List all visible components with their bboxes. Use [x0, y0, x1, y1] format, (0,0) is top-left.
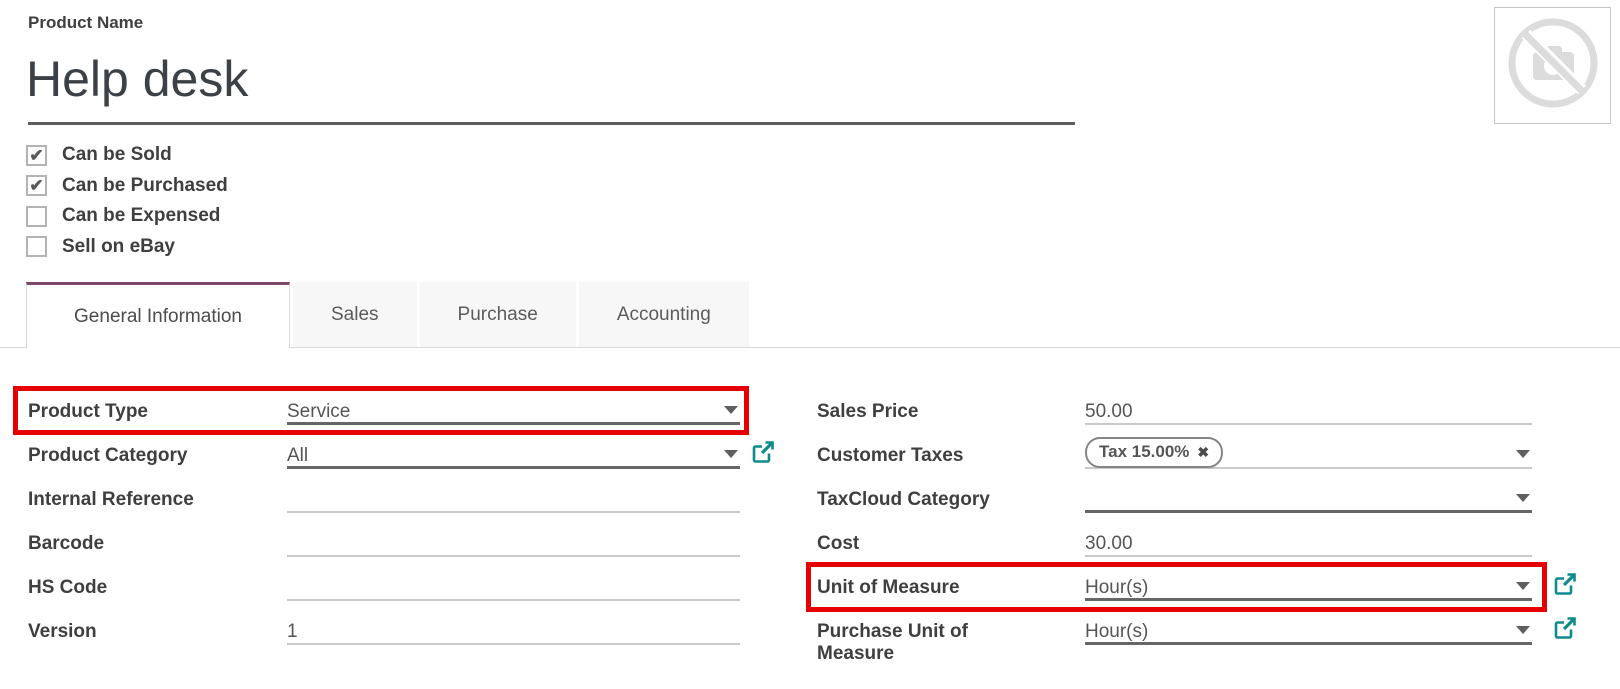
field-label: Product Type	[28, 389, 287, 423]
checkbox-can-be-sold[interactable]: ✔ Can be Sold	[26, 140, 228, 171]
product-flags-group: ✔ Can be Sold ✔ Can be Purchased ✔ Can b…	[26, 140, 228, 262]
field-value-text: 1	[287, 621, 298, 643]
checkbox-label: Can be Expensed	[62, 205, 220, 227]
field-value-text: Hour(s)	[1085, 621, 1148, 643]
field-row-unit-of-measure: Unit of Measure Hour(s)	[817, 565, 1532, 609]
product-name-value[interactable]: Help desk	[26, 50, 248, 108]
tab-accounting[interactable]: Accounting	[579, 282, 749, 347]
caret-down-icon[interactable]	[724, 450, 738, 458]
field-value[interactable]: 50.00	[1085, 389, 1532, 425]
field-row-sales-price: Sales Price 50.00	[817, 389, 1532, 433]
field-row-customer-taxes: Customer Taxes Tax 15.00% Tax 15.00% ✖	[817, 433, 1532, 477]
field-row-purchase-unit-of-measure: Purchase Unit of Measure Hour(s)	[817, 609, 1532, 665]
field-row-barcode: Barcode	[28, 521, 740, 565]
field-value-text: Hour(s)	[1085, 577, 1148, 599]
check-icon[interactable]: ✔	[26, 236, 47, 257]
field-value[interactable]: All	[287, 433, 740, 469]
field-value[interactable]: Hour(s)	[1085, 609, 1532, 645]
field-label: TaxCloud Category	[817, 477, 1085, 511]
product-name-label: Product Name	[28, 13, 143, 33]
field-value[interactable]	[1085, 477, 1532, 513]
field-label: Customer Taxes	[817, 433, 1085, 467]
field-label: Internal Reference	[28, 477, 287, 511]
external-link-icon[interactable]	[1553, 572, 1577, 596]
field-label: Cost	[817, 521, 1085, 555]
field-row-product-category: Product Category All	[28, 433, 740, 477]
caret-down-icon[interactable]	[1516, 626, 1530, 634]
caret-down-icon[interactable]	[1516, 494, 1530, 502]
tab-purchase[interactable]: Purchase	[420, 282, 576, 347]
checkbox-label: Can be Sold	[62, 144, 172, 166]
external-link-icon[interactable]	[1553, 616, 1577, 640]
field-row-product-type: Product Type Service	[28, 389, 740, 433]
caret-down-icon[interactable]	[1516, 582, 1530, 590]
field-row-cost: Cost 30.00	[817, 521, 1532, 565]
check-icon[interactable]: ✔	[26, 175, 47, 196]
checkbox-can-be-purchased[interactable]: ✔ Can be Purchased	[26, 171, 228, 202]
field-row-version: Version 1	[28, 609, 740, 653]
field-label: Version	[28, 609, 287, 643]
tax-tag-label: Tax 15.00%	[1099, 441, 1189, 463]
field-value[interactable]: 30.00	[1085, 521, 1532, 557]
field-label: Purchase Unit of Measure	[817, 609, 1085, 665]
field-row-internal-reference: Internal Reference	[28, 477, 740, 521]
field-label: Barcode	[28, 521, 287, 555]
field-label: Sales Price	[817, 389, 1085, 423]
fields-column-right: Sales Price 50.00 Customer Taxes Tax 15.…	[817, 389, 1532, 665]
field-value[interactable]	[287, 477, 740, 513]
checkbox-label: Can be Purchased	[62, 175, 228, 197]
tab-sales[interactable]: Sales	[293, 282, 417, 347]
field-value[interactable]: Service	[287, 389, 740, 425]
field-value[interactable]: 1	[287, 609, 740, 645]
check-icon[interactable]: ✔	[26, 206, 47, 227]
product-image-placeholder[interactable]	[1494, 7, 1611, 124]
x-icon[interactable]: ✖	[1197, 441, 1209, 463]
checkbox-can-be-expensed[interactable]: ✔ Can be Expensed	[26, 201, 228, 232]
tab-general-information[interactable]: General Information	[26, 282, 290, 348]
checkbox-sell-on-ebay[interactable]: ✔ Sell on eBay	[26, 232, 228, 263]
fields-column-left: Product Type Service Product Category Al…	[28, 389, 740, 653]
field-value[interactable]	[287, 565, 740, 601]
field-label: Product Category	[28, 433, 287, 467]
product-name-underline	[28, 122, 1075, 125]
tax-tag: Tax 15.00% ✖	[1085, 437, 1223, 468]
field-value-text: 50.00	[1085, 401, 1133, 423]
field-label: Unit of Measure	[817, 565, 1085, 599]
field-value[interactable]: Hour(s)	[1085, 565, 1532, 601]
field-value-text: Service	[287, 401, 350, 423]
field-value[interactable]	[287, 521, 740, 557]
field-row-hs-code: HS Code	[28, 565, 740, 609]
check-icon[interactable]: ✔	[26, 145, 47, 166]
camera-slash-icon	[1503, 13, 1603, 118]
field-row-taxcloud-category: TaxCloud Category	[817, 477, 1532, 521]
notebook-tabs: General Information Sales Purchase Accou…	[26, 282, 752, 348]
checkbox-label: Sell on eBay	[62, 236, 175, 258]
field-value[interactable]: Tax 15.00% Tax 15.00% ✖	[1085, 433, 1532, 469]
field-label: HS Code	[28, 565, 287, 599]
caret-down-icon[interactable]	[724, 406, 738, 414]
caret-down-icon[interactable]	[1516, 450, 1530, 458]
field-value-text: 30.00	[1085, 533, 1133, 555]
external-link-icon[interactable]	[751, 440, 775, 464]
field-value-text: All	[287, 445, 308, 467]
